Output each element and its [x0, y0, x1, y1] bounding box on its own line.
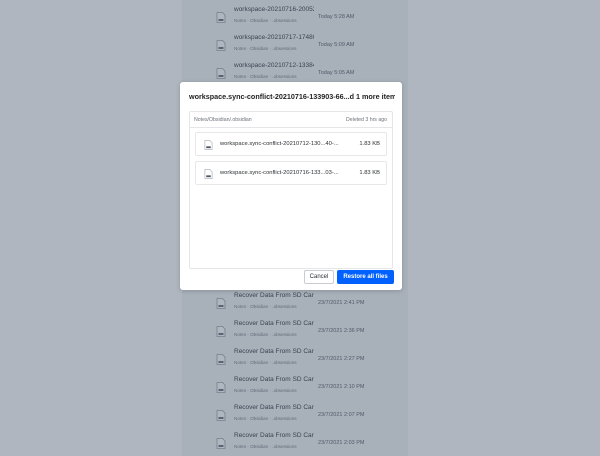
restore-file-list: Notes/Obsidian/.obsidian Deleted 3 hrs a… [189, 111, 393, 269]
document-icon [204, 169, 213, 179]
list-header: Notes/Obsidian/.obsidian Deleted 3 hrs a… [190, 112, 392, 128]
file-size: 1.83 KB [359, 170, 380, 176]
folder-path: Notes/Obsidian/.obsidian [194, 117, 252, 123]
deleted-files-page: workspace-20210716-200526 Notes · Obsidi… [0, 0, 600, 456]
cancel-button[interactable]: Cancel [304, 270, 334, 284]
file-name: workspace.sync-conflict-20210712-130...4… [220, 141, 339, 147]
file-row[interactable]: workspace.sync-conflict-20210712-130...4… [195, 132, 387, 156]
file-row[interactable]: workspace.sync-conflict-20210716-133...0… [195, 161, 387, 185]
file-size: 1.83 KB [359, 141, 380, 147]
dialog-title: workspace.sync-conflict-20210716-133903-… [189, 92, 395, 101]
restore-all-files-button[interactable]: Restore all files [337, 270, 394, 284]
restore-files-dialog: workspace.sync-conflict-20210716-133903-… [180, 82, 402, 290]
deleted-time: Deleted 3 hrs ago [346, 117, 387, 123]
document-icon [204, 140, 213, 150]
file-name: workspace.sync-conflict-20210716-133...0… [220, 170, 339, 176]
